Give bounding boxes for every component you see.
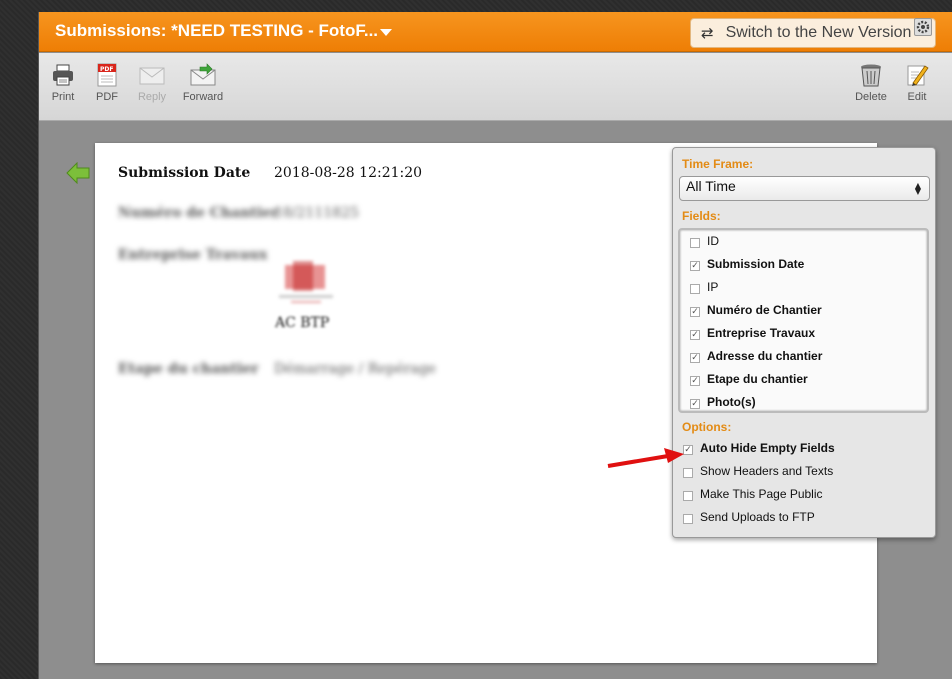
field-item-photos[interactable]: ✓ Photo(s) bbox=[690, 395, 756, 409]
edit-pencil-icon bbox=[907, 65, 929, 86]
entreprise-value: AC BTP bbox=[275, 315, 330, 331]
annotation-red-arrow-icon bbox=[607, 448, 684, 468]
settings-gear-button[interactable] bbox=[914, 18, 932, 36]
pdf-button[interactable]: PDF PDF bbox=[83, 63, 131, 103]
checkbox-checked-icon[interactable]: ✓ bbox=[690, 307, 700, 317]
option-label: Make This Page Public bbox=[700, 487, 823, 501]
fields-heading: Fields: bbox=[682, 209, 721, 223]
checkbox-checked-icon[interactable]: ✓ bbox=[690, 399, 700, 409]
field-label: Submission Date bbox=[707, 257, 805, 271]
time-frame-heading: Time Frame: bbox=[682, 157, 754, 171]
pdf-icon: PDF bbox=[97, 63, 117, 87]
submission-date-value: 2018-08-28 12:21:20 bbox=[274, 165, 423, 181]
checkbox-checked-icon[interactable]: ✓ bbox=[690, 353, 700, 363]
settings-panel: Time Frame: All Time ▲ ▼ Fields: ID ✓ Subm… bbox=[672, 147, 936, 538]
field-item-entreprise-travaux[interactable]: ✓ Entreprise Travaux bbox=[690, 326, 815, 340]
checkbox-checked-icon[interactable]: ✓ bbox=[690, 261, 700, 271]
title-dropdown-caret-icon[interactable] bbox=[380, 29, 392, 36]
field-item-etape-chantier[interactable]: ✓ Etape du chantier bbox=[690, 372, 808, 386]
reply-envelope-icon bbox=[139, 67, 165, 85]
option-send-uploads-ftp[interactable]: Send Uploads to FTP bbox=[683, 510, 815, 524]
gear-icon bbox=[916, 20, 930, 34]
field-label: ID bbox=[707, 234, 719, 248]
field-label: Adresse du chantier bbox=[707, 349, 823, 363]
option-label: Auto Hide Empty Fields bbox=[700, 441, 835, 455]
switch-new-version-label: Switch to the New Version bbox=[725, 24, 912, 41]
company-logo-image bbox=[275, 253, 337, 313]
checkbox-unchecked-icon[interactable] bbox=[690, 238, 700, 248]
field-label: Entreprise Travaux bbox=[707, 326, 816, 340]
edit-button[interactable]: Edit bbox=[893, 63, 941, 103]
option-make-page-public[interactable]: Make This Page Public bbox=[683, 487, 823, 501]
field-item-ip[interactable]: IP bbox=[690, 280, 718, 294]
checkbox-unchecked-icon[interactable] bbox=[683, 491, 693, 501]
entreprise-label: Entreprise Travaux bbox=[118, 247, 268, 263]
pdf-label: PDF bbox=[96, 91, 118, 103]
field-label: Etape du chantier bbox=[707, 372, 808, 386]
page-title: Submissions: *NEED TESTING - FotoF... bbox=[55, 21, 379, 40]
chantier-label: Numéro de Chantier bbox=[118, 205, 279, 221]
back-arrow-icon[interactable] bbox=[66, 162, 90, 184]
field-label: Photo(s) bbox=[707, 395, 756, 409]
toolbar: Print PDF PDF Reply Forward Delete Edit bbox=[39, 53, 952, 121]
title-bar: Submissions: *NEED TESTING - FotoF... ⇄ … bbox=[39, 12, 952, 52]
checkbox-checked-icon[interactable]: ✓ bbox=[690, 330, 700, 340]
printer-icon bbox=[53, 64, 73, 86]
checkbox-checked-icon[interactable]: ✓ bbox=[690, 376, 700, 386]
print-label: Print bbox=[51, 91, 75, 103]
switch-new-version-button[interactable]: ⇄ Switch to the New Version bbox=[690, 18, 936, 48]
chantier-value: 18/2111825 bbox=[274, 205, 359, 221]
reply-button[interactable]: Reply bbox=[128, 63, 176, 103]
delete-label: Delete bbox=[855, 91, 887, 103]
swap-arrows-icon: ⇄ bbox=[701, 24, 714, 42]
forward-button[interactable]: Forward bbox=[179, 63, 227, 103]
fields-list[interactable]: ID ✓ Submission Date IP ✓ Numéro de Chanti… bbox=[678, 228, 929, 413]
delete-button[interactable]: Delete bbox=[847, 63, 895, 103]
etape-value: Démarrage / Repérage bbox=[274, 361, 437, 377]
field-item-submission-date[interactable]: ✓ Submission Date bbox=[690, 257, 804, 271]
option-label: Send Uploads to FTP bbox=[700, 510, 815, 524]
reply-label: Reply bbox=[137, 91, 167, 103]
field-item-id[interactable]: ID bbox=[690, 234, 719, 248]
edit-label: Edit bbox=[907, 91, 927, 103]
etape-label: Etape du chantier bbox=[118, 361, 259, 377]
time-frame-select[interactable]: All Time ▲ ▼ bbox=[679, 176, 930, 201]
print-button[interactable]: Print bbox=[39, 63, 87, 103]
field-label: Numéro de Chantier bbox=[707, 303, 822, 317]
field-item-numero-chantier[interactable]: ✓ Numéro de Chantier bbox=[690, 303, 822, 317]
checkbox-unchecked-icon[interactable] bbox=[683, 514, 693, 524]
field-item-adresse-chantier[interactable]: ✓ Adresse du chantier bbox=[690, 349, 822, 363]
checkbox-unchecked-icon[interactable] bbox=[690, 284, 700, 294]
submission-date-label: Submission Date bbox=[118, 165, 251, 181]
option-auto-hide-empty-fields[interactable]: ✓ Auto Hide Empty Fields bbox=[683, 441, 835, 455]
time-frame-value: All Time bbox=[686, 178, 736, 194]
option-show-headers-texts[interactable]: Show Headers and Texts bbox=[683, 464, 833, 478]
svg-text:PDF: PDF bbox=[100, 66, 113, 73]
option-label: Show Headers and Texts bbox=[700, 464, 834, 478]
forward-label: Forward bbox=[182, 91, 224, 103]
select-arrows-icon: ▲ ▼ bbox=[914, 181, 921, 196]
field-label: IP bbox=[707, 280, 719, 294]
options-heading: Options: bbox=[682, 420, 732, 434]
forward-envelope-icon bbox=[190, 63, 216, 86]
trash-icon bbox=[861, 64, 881, 87]
